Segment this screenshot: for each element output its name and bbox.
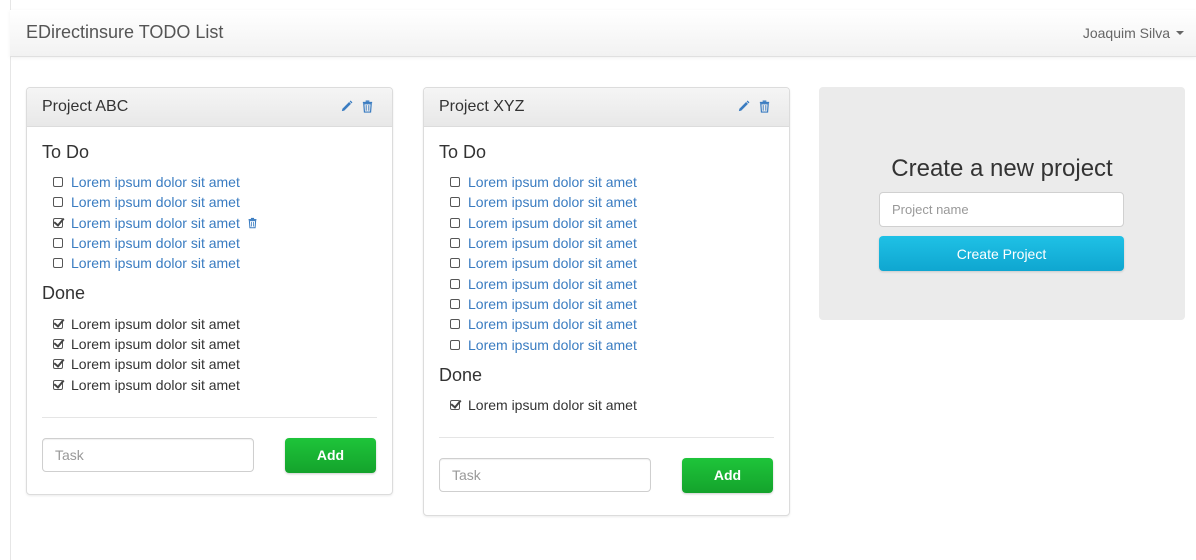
todo-list: Lorem ipsum dolor sit amet Lorem ipsum do… bbox=[42, 172, 377, 273]
delete-project-icon[interactable] bbox=[361, 100, 374, 113]
todo-heading: To Do bbox=[42, 142, 90, 162]
todo-task-item[interactable]: Lorem ipsum dolor sit amet bbox=[450, 273, 774, 293]
task-label[interactable]: Lorem ipsum dolor sit amet bbox=[71, 235, 240, 251]
task-label[interactable]: Lorem ipsum dolor sit amet bbox=[468, 337, 637, 353]
todo-task-item[interactable]: Lorem ipsum dolor sit amet bbox=[53, 253, 377, 273]
done-heading: Done bbox=[439, 364, 483, 385]
todo-task-item[interactable]: Lorem ipsum dolor sit amet bbox=[450, 314, 774, 334]
create-project-title: Create a new project bbox=[891, 155, 1113, 182]
done-task-item[interactable]: Lorem ipsum dolor sit amet bbox=[53, 313, 377, 333]
todo-task-item[interactable]: Lorem ipsum dolor sit amet bbox=[450, 253, 774, 273]
done-task-item[interactable]: Lorem ipsum dolor sit amet bbox=[53, 354, 377, 374]
todo-task-item[interactable]: Lorem ipsum dolor sit amet bbox=[53, 233, 377, 253]
task-label: Lorem ipsum dolor sit amet bbox=[468, 396, 637, 413]
task-label[interactable]: Lorem ipsum dolor sit amet bbox=[71, 194, 240, 210]
todo-task-item[interactable]: Lorem ipsum dolor sit amet bbox=[53, 172, 377, 192]
done-list: Lorem ipsum dolor sit amet Lorem ipsum do… bbox=[42, 313, 377, 394]
done-task-item[interactable]: Lorem ipsum dolor sit amet bbox=[53, 374, 377, 394]
task-input[interactable] bbox=[439, 457, 651, 492]
add-task-button[interactable]: Add bbox=[285, 437, 376, 473]
task-checkbox[interactable] bbox=[53, 197, 63, 208]
todo-task-item[interactable]: Lorem ipsum dolor sit amet bbox=[53, 192, 377, 212]
task-label: Lorem ipsum dolor sit amet bbox=[71, 376, 240, 393]
delete-project-icon[interactable] bbox=[758, 100, 771, 113]
todo-list: Lorem ipsum dolor sit amet Lorem ipsum do… bbox=[439, 172, 774, 355]
page-left-border bbox=[10, 0, 11, 560]
task-checkbox[interactable] bbox=[450, 258, 460, 269]
task-checkbox[interactable] bbox=[450, 217, 460, 228]
task-checkbox[interactable] bbox=[53, 258, 63, 269]
create-project-panel: Create a new project Create Project bbox=[819, 87, 1185, 320]
project-name-input[interactable] bbox=[879, 192, 1124, 227]
todo-task-item[interactable]: Lorem ipsum dolor sit amet bbox=[450, 172, 774, 192]
done-task-item[interactable]: Lorem ipsum dolor sit amet bbox=[53, 334, 377, 354]
project-title: Project XYZ bbox=[439, 98, 525, 115]
task-checkbox[interactable] bbox=[450, 319, 460, 330]
todo-task-item[interactable]: Lorem ipsum dolor sit amet bbox=[450, 192, 774, 212]
task-label[interactable]: Lorem ipsum dolor sit amet bbox=[468, 174, 637, 190]
task-checkbox[interactable] bbox=[450, 298, 460, 309]
todo-task-item[interactable]: Lorem ipsum dolor sit amet bbox=[53, 213, 377, 233]
project-panel: Project XYZ To Do Lorem ipsum dolor sit … bbox=[423, 87, 790, 516]
task-label[interactable]: Lorem ipsum dolor sit amet bbox=[71, 255, 240, 271]
todo-task-item[interactable]: Lorem ipsum dolor sit amet bbox=[450, 334, 774, 354]
add-task-button[interactable]: Add bbox=[682, 457, 773, 493]
edit-icon[interactable] bbox=[737, 100, 750, 113]
done-list: Lorem ipsum dolor sit amet bbox=[439, 395, 774, 415]
task-checkbox[interactable] bbox=[53, 359, 63, 370]
task-label: Lorem ipsum dolor sit amet bbox=[71, 356, 240, 373]
user-name: Joaquim Silva bbox=[1082, 25, 1170, 41]
task-checkbox[interactable] bbox=[450, 399, 460, 410]
task-checkbox[interactable] bbox=[450, 238, 460, 249]
todo-task-item[interactable]: Lorem ipsum dolor sit amet bbox=[450, 213, 774, 233]
task-input[interactable] bbox=[42, 437, 254, 472]
todo-task-item[interactable]: Lorem ipsum dolor sit amet bbox=[450, 233, 774, 253]
project-title: Project ABC bbox=[42, 98, 129, 115]
task-checkbox[interactable] bbox=[53, 177, 63, 188]
edit-icon[interactable] bbox=[340, 100, 353, 113]
task-label[interactable]: Lorem ipsum dolor sit amet bbox=[468, 276, 637, 292]
navbar: EDirectinsure TODO List Joaquim Silva bbox=[10, 10, 1196, 57]
user-menu[interactable]: Joaquim Silva bbox=[1083, 25, 1184, 41]
task-label[interactable]: Lorem ipsum dolor sit amet bbox=[468, 255, 637, 271]
caret-down-icon bbox=[1176, 31, 1184, 35]
todo-task-item[interactable]: Lorem ipsum dolor sit amet bbox=[450, 294, 774, 314]
task-label[interactable]: Lorem ipsum dolor sit amet bbox=[468, 316, 637, 332]
task-label[interactable]: Lorem ipsum dolor sit amet bbox=[468, 215, 637, 231]
delete-task-icon[interactable] bbox=[247, 217, 258, 229]
create-project-button[interactable]: Create Project bbox=[879, 236, 1124, 271]
task-checkbox[interactable] bbox=[450, 278, 460, 289]
task-label[interactable]: Lorem ipsum dolor sit amet bbox=[468, 235, 637, 251]
task-label: Lorem ipsum dolor sit amet bbox=[71, 335, 240, 352]
task-checkbox[interactable] bbox=[53, 217, 63, 228]
task-label: Lorem ipsum dolor sit amet bbox=[71, 315, 240, 332]
panel-heading: Project ABC bbox=[27, 88, 392, 127]
project-panel: Project ABC To Do Lorem ipsum dolor sit … bbox=[26, 87, 393, 495]
todo-heading: To Do bbox=[439, 142, 487, 162]
task-checkbox[interactable] bbox=[450, 339, 460, 350]
done-heading: Done bbox=[42, 283, 86, 304]
task-label[interactable]: Lorem ipsum dolor sit amet bbox=[71, 174, 240, 190]
task-label[interactable]: Lorem ipsum dolor sit amet bbox=[468, 194, 637, 210]
task-checkbox[interactable] bbox=[53, 318, 63, 329]
done-task-item[interactable]: Lorem ipsum dolor sit amet bbox=[450, 395, 774, 415]
task-checkbox[interactable] bbox=[450, 177, 460, 188]
app-brand[interactable]: EDirectinsure TODO List bbox=[26, 22, 223, 43]
panel-heading: Project XYZ bbox=[424, 88, 789, 127]
task-label[interactable]: Lorem ipsum dolor sit amet bbox=[468, 296, 637, 312]
task-checkbox[interactable] bbox=[53, 379, 63, 390]
task-checkbox[interactable] bbox=[53, 238, 63, 249]
task-label[interactable]: Lorem ipsum dolor sit amet bbox=[71, 215, 240, 231]
task-checkbox[interactable] bbox=[450, 197, 460, 208]
task-checkbox[interactable] bbox=[53, 338, 63, 349]
